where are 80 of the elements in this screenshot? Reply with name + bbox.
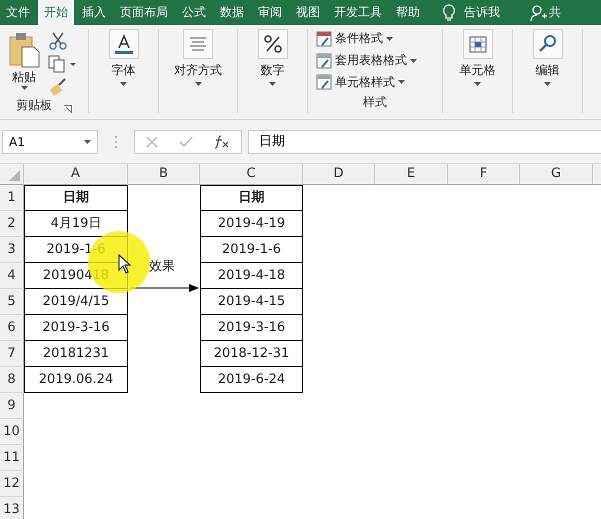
copy-icon[interactable] (48, 55, 78, 73)
style-menu-button[interactable]: 单元格样式 (316, 72, 405, 92)
table-cell: 2019-3-16 (24, 315, 128, 341)
table-style-icon (316, 74, 332, 90)
caret-icon (194, 82, 202, 86)
column-header[interactable]: B (128, 164, 200, 185)
row-header[interactable]: 5 (0, 289, 24, 315)
name-box[interactable]: A1 (2, 130, 98, 154)
paste-button[interactable]: 粘贴 (6, 29, 42, 97)
ribbon-group-button[interactable]: 对齐方式 (174, 29, 222, 86)
function-icon[interactable] (214, 134, 230, 148)
ribbon-tab[interactable]: 开始 (38, 0, 74, 25)
row-header[interactable]: 12 (0, 471, 24, 497)
tell-me-link[interactable]: 告诉我 (464, 4, 500, 21)
group-label: 样式 (363, 94, 387, 112)
row-header[interactable]: 8 (0, 367, 24, 393)
row-header[interactable]: 7 (0, 341, 24, 367)
column-header[interactable]: E (375, 164, 448, 185)
ribbon-tab[interactable]: 文件 (0, 0, 36, 25)
caret-icon (544, 82, 551, 86)
table-cell: 日期 (200, 185, 303, 211)
caret-icon (410, 58, 417, 62)
row-header[interactable]: 9 (0, 393, 24, 419)
style-menu-button[interactable]: 条件格式 (316, 29, 393, 49)
group-label: 剪贴板 (16, 97, 52, 114)
caret-icon (120, 82, 127, 86)
format-painter-icon[interactable] (48, 77, 68, 97)
ribbon-tab[interactable]: 帮助 (390, 0, 426, 25)
row-header[interactable]: 3 (0, 237, 24, 263)
style-menu-button[interactable]: 套用表格格式 (316, 50, 417, 70)
column-header[interactable]: F (448, 164, 520, 185)
formula-field[interactable]: 日期 (248, 130, 601, 154)
lightbulb-icon (442, 4, 456, 22)
caret-icon (474, 82, 481, 86)
table-cell: 2019-3-16 (200, 315, 303, 341)
ribbon-tab[interactable]: 插入 (76, 0, 112, 25)
table-cell: 2019-4-15 (200, 289, 303, 315)
row-header[interactable]: 10 (0, 419, 24, 445)
column-header[interactable]: G (520, 164, 593, 185)
table-style-icon (316, 30, 332, 47)
percent-icon (262, 33, 284, 55)
drag-handle-icon[interactable] (114, 134, 118, 148)
row-header[interactable]: 6 (0, 315, 24, 341)
row-header[interactable]: 13 (0, 497, 24, 519)
column-header[interactable]: D (303, 164, 375, 185)
caret-icon (20, 86, 28, 90)
ribbon-tab[interactable]: 视图 (290, 0, 326, 25)
ribbon-tab[interactable]: 数据 (214, 0, 250, 25)
add-person-icon[interactable] (530, 4, 548, 22)
scissors-icon[interactable] (48, 31, 68, 51)
ribbon-tab[interactable]: 页面布局 (114, 0, 174, 25)
table-cell: 2019.06.24 (24, 367, 128, 393)
table-cell: 2019-1-6 (200, 237, 303, 263)
caret-icon[interactable] (84, 140, 91, 144)
table-cell: 2019-6-24 (200, 367, 303, 393)
ribbon-tab[interactable]: 公式 (176, 0, 212, 25)
dialog-launcher-icon[interactable] (64, 105, 72, 113)
mouse-pointer-icon (118, 254, 132, 274)
table-cell: 2019-4-18 (200, 263, 303, 289)
row-header[interactable]: 11 (0, 445, 24, 471)
font-color-icon (112, 33, 134, 55)
checkmark-icon[interactable] (178, 136, 193, 148)
ribbon-tab[interactable]: 审阅 (252, 0, 288, 25)
caret-icon (386, 36, 393, 41)
ribbon-group-button[interactable]: 单元格 (460, 29, 496, 86)
column-header[interactable]: A (24, 164, 128, 185)
caret-icon (269, 82, 276, 86)
row-header[interactable]: 4 (0, 263, 24, 289)
caret-icon (398, 80, 405, 84)
row-header[interactable]: 1 (0, 185, 24, 211)
table-cell: 2019-4-19 (200, 211, 303, 237)
column-header[interactable]: C (200, 164, 303, 185)
table-style-icon (316, 52, 332, 68)
ribbon-tab[interactable]: 开发工具 (328, 0, 388, 25)
share-link[interactable]: 共 (549, 4, 561, 21)
table-cell: 日期 (24, 185, 128, 211)
table-cell: 2018-12-31 (200, 341, 303, 367)
arrow-label: 效果 (149, 258, 175, 275)
table-cell: 20181231 (24, 341, 128, 367)
row-header[interactable]: 2 (0, 211, 24, 237)
